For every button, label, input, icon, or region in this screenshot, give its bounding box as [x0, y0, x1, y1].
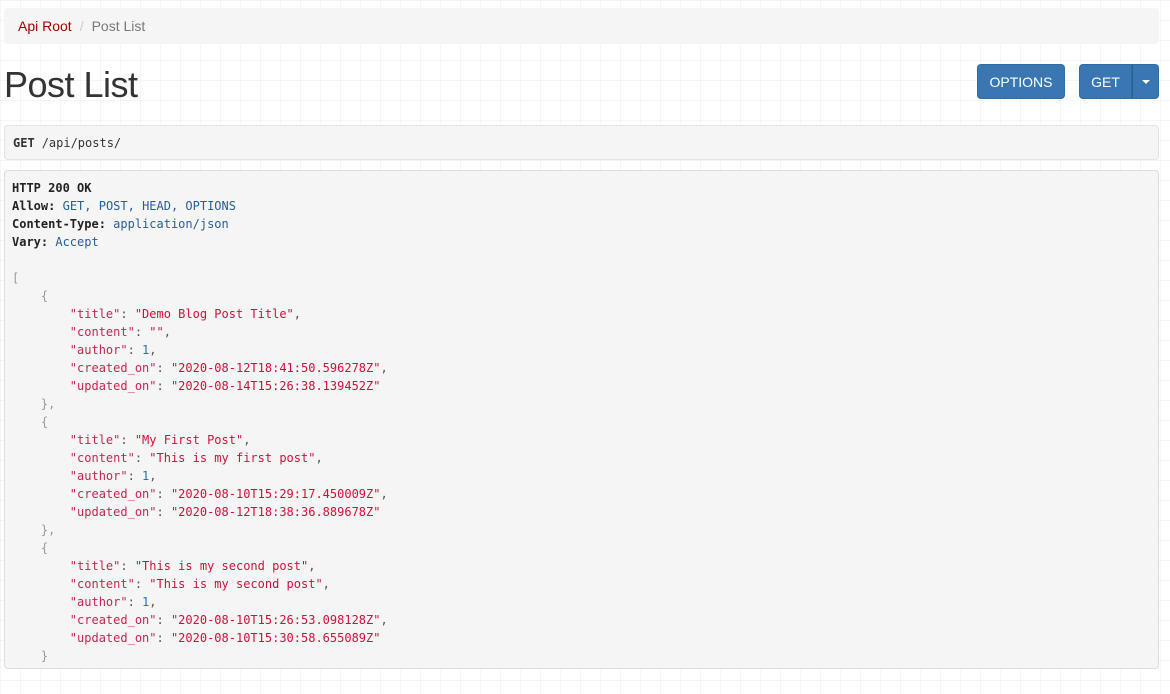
json-line: "content": "This is my second post", [69, 577, 330, 591]
json-key: "title" [69, 559, 121, 573]
json-line: "created_on": "2020-08-10T15:26:53.09812… [69, 613, 388, 627]
json-value: "2020-08-10T15:29:17.450009Z" [170, 487, 381, 501]
json-value: "This is my second post" [149, 577, 323, 591]
header-value: Accept [55, 235, 99, 249]
breadcrumb-separator: / [79, 18, 84, 34]
json-key: "title" [69, 307, 121, 321]
breadcrumb-api-root-link[interactable]: Api Root [18, 18, 72, 34]
json-line: { [12, 289, 49, 303]
json-value: "My First Post" [134, 433, 244, 447]
json-line: "author": 1, [69, 469, 157, 483]
json-key: "created_on" [69, 487, 157, 501]
json-line: "updated_on": "2020-08-10T15:30:58.65508… [69, 631, 381, 645]
json-value: "" [149, 325, 164, 339]
json-key: "created_on" [69, 361, 157, 375]
header-key: Content-Type: [12, 217, 106, 231]
json-value: "This is my first post" [149, 451, 316, 465]
page-title: Post List [4, 64, 138, 105]
json-value: "2020-08-14T15:26:38.139452Z" [170, 379, 381, 393]
json-line: } [12, 649, 49, 663]
breadcrumb: Api Root / Post List [4, 8, 1159, 44]
response-header-line: Vary: Accept [12, 233, 1151, 251]
breadcrumb-current: Post List [91, 18, 146, 34]
json-line: "updated_on": "2020-08-14T15:26:38.13945… [69, 379, 381, 393]
json-value: "Demo Blog Post Title" [134, 307, 294, 321]
request-method: GET [13, 135, 35, 150]
json-line: "title": "This is my second post", [69, 559, 316, 573]
json-value: "2020-08-12T18:38:36.889678Z" [170, 505, 381, 519]
json-key: "created_on" [69, 613, 157, 627]
json-line: "title": "Demo Blog Post Title", [69, 307, 302, 321]
request-info: GET /api/posts/ [4, 125, 1159, 160]
json-value: "2020-08-10T15:30:58.655089Z" [170, 631, 381, 645]
json-line: { [12, 415, 49, 429]
get-format-dropdown-toggle[interactable] [1132, 64, 1159, 99]
json-key: "title" [69, 433, 121, 447]
json-line: ] [12, 665, 1151, 668]
get-button-group: GET [1079, 64, 1159, 99]
json-line: "updated_on": "2020-08-12T18:38:36.88967… [69, 505, 381, 519]
header-value: GET, POST, HEAD, OPTIONS [62, 199, 236, 213]
caret-down-icon [1141, 79, 1150, 84]
json-key: "content" [69, 451, 135, 465]
json-line: { [12, 541, 49, 555]
json-line: "title": "My First Post", [69, 433, 251, 447]
page: Api Root / Post List Post List OPTIONS G… [0, 0, 1170, 694]
response-status: HTTP 200 OK [12, 181, 92, 195]
json-line: "author": 1, [69, 343, 157, 357]
json-line: "author": 1, [69, 595, 157, 609]
request-path: /api/posts/ [41, 135, 122, 150]
json-line: "created_on": "2020-08-10T15:29:17.45000… [69, 487, 388, 501]
json-key: "updated_on" [69, 379, 157, 393]
options-button[interactable]: OPTIONS [977, 64, 1065, 99]
get-button[interactable]: GET [1079, 64, 1132, 99]
header-key: Vary: [12, 235, 49, 249]
json-line: }, [12, 397, 56, 411]
json-line: [ [12, 271, 20, 285]
response-panel: HTTP 200 OK Allow: GET, POST, HEAD, OPTI… [4, 170, 1159, 669]
response-header-line: Allow: GET, POST, HEAD, OPTIONS [12, 197, 1151, 215]
json-value: "2020-08-12T18:41:50.596278Z" [170, 361, 381, 375]
json-line: "created_on": "2020-08-12T18:41:50.59627… [69, 361, 388, 375]
json-key: "content" [69, 577, 135, 591]
json-line: "content": "This is my first post", [69, 451, 323, 465]
json-key: "updated_on" [69, 631, 157, 645]
header-value: application/json [113, 217, 229, 231]
response-header-line: Content-Type: application/json [12, 215, 1151, 233]
json-value: "This is my second post" [134, 559, 309, 573]
json-key: "author" [69, 595, 128, 609]
json-key: "updated_on" [69, 505, 157, 519]
json-line: }, [12, 523, 56, 537]
json-line: "content": "", [69, 325, 171, 339]
json-key: "author" [69, 469, 128, 483]
response-status-line: HTTP 200 OK [12, 179, 1151, 197]
json-key: "content" [69, 325, 135, 339]
json-key: "author" [69, 343, 128, 357]
header-key: Allow: [12, 199, 56, 213]
json-value: "2020-08-10T15:26:53.098128Z" [170, 613, 381, 627]
